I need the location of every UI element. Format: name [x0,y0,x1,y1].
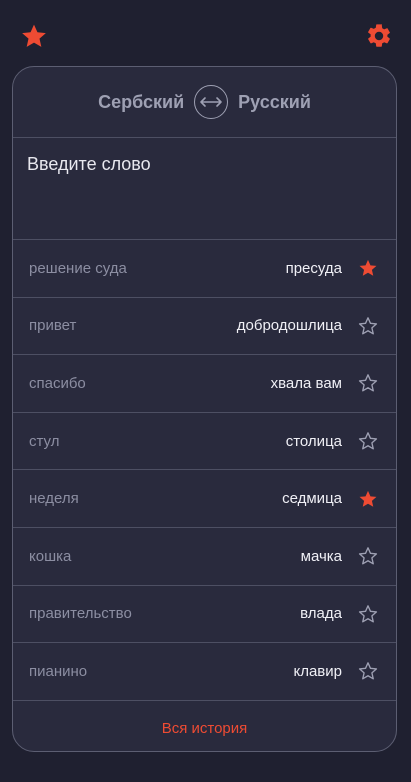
source-language[interactable]: Сербский [98,92,184,113]
target-language[interactable]: Русский [238,92,311,113]
star-outline-icon[interactable] [358,661,378,681]
history-list: решение суда пресуда привет добродошлица спа… [13,240,396,701]
history-row[interactable]: кошка мачка [13,528,396,586]
history-translation: пресуда [285,259,342,277]
star-icon[interactable] [20,22,48,50]
history-row[interactable]: пианино клавир [13,643,396,701]
word-input[interactable] [27,154,382,175]
all-history-button[interactable]: Вся история [13,701,396,751]
history-source-word: спасибо [29,374,86,392]
history-source-word: правительство [29,605,132,623]
history-translation: мачка [300,547,342,565]
star-outline-icon[interactable] [358,316,378,336]
history-source-word: привет [29,317,77,335]
history-translation: столица [285,432,342,450]
history-translation: влада [300,605,342,623]
history-row[interactable]: стул столица [13,413,396,471]
history-translation: хвала вам [270,374,342,392]
history-row[interactable]: неделя седмица [13,470,396,528]
history-row[interactable]: привет добродошлица [13,298,396,356]
star-filled-icon[interactable] [358,258,378,278]
translator-card: Сербский Русский решение суда пресуда прив… [12,66,397,752]
history-source-word: кошка [29,547,72,565]
star-outline-icon[interactable] [358,604,378,624]
history-row[interactable]: спасибо хвала вам [13,355,396,413]
history-source-word: пианино [29,662,88,680]
history-source-word: неделя [29,490,79,508]
history-translation: седмица [282,490,342,508]
history-translation: клавир [293,662,342,680]
language-selector: Сербский Русский [13,67,396,138]
star-filled-icon[interactable] [358,489,378,509]
history-source-word: решение суда [29,259,127,277]
history-row[interactable]: правительство влада [13,586,396,644]
star-outline-icon[interactable] [358,431,378,451]
history-source-word: стул [29,432,60,450]
star-outline-icon[interactable] [358,546,378,566]
history-row[interactable]: решение суда пресуда [13,240,396,298]
gear-icon[interactable] [365,22,393,50]
swap-arrows-icon [200,97,222,107]
star-outline-icon[interactable] [358,373,378,393]
word-input-area [13,138,396,240]
top-bar [0,0,411,70]
swap-languages-button[interactable] [194,85,229,119]
history-translation: добродошлица [236,317,342,335]
